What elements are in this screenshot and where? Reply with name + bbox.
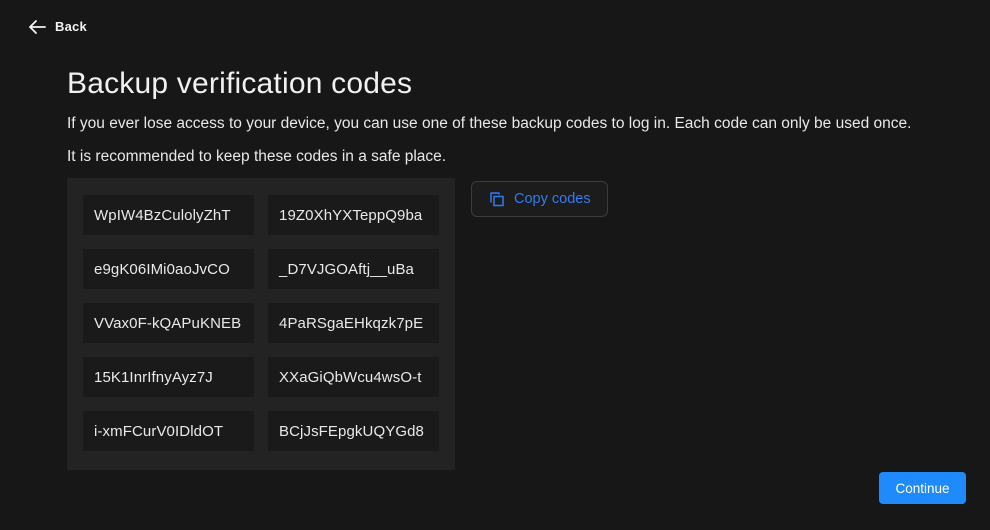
copy-codes-button[interactable]: Copy codes — [471, 181, 608, 217]
backup-code: 15K1InrIfnyAyz7J — [83, 357, 254, 397]
continue-button[interactable]: Continue — [879, 472, 966, 504]
backup-code: 19Z0XhYXTeppQ9ba — [268, 195, 439, 235]
backup-code: WpIW4BzCulolyZhT — [83, 195, 254, 235]
backup-code: _D7VJGOAftj__uBa — [268, 249, 439, 289]
backup-code: i-xmFCurV0IDldOT — [83, 411, 254, 451]
back-button[interactable]: Back — [28, 19, 87, 34]
backup-code: BCjJsFEpgkUQYGd8 — [268, 411, 439, 451]
back-arrow-icon — [28, 20, 46, 34]
page-title: Backup verification codes — [67, 67, 412, 101]
continue-label: Continue — [895, 481, 949, 496]
backup-code: VVax0F-kQAPuKNEB — [83, 303, 254, 343]
copy-codes-label: Copy codes — [514, 191, 591, 207]
backup-codes-screen: Back Backup verification codes If you ev… — [0, 0, 990, 530]
description-line-2: It is recommended to keep these codes in… — [67, 148, 446, 166]
backup-code: 4PaRSgaEHkqzk7pE — [268, 303, 439, 343]
back-label: Back — [55, 19, 87, 34]
description-line-1: If you ever lose access to your device, … — [67, 115, 911, 133]
backup-code: XXaGiQbWcu4wsO-t — [268, 357, 439, 397]
copy-icon — [488, 191, 505, 208]
codes-panel: WpIW4BzCulolyZhT 19Z0XhYXTeppQ9ba e9gK06… — [67, 178, 455, 470]
backup-code: e9gK06IMi0aoJvCO — [83, 249, 254, 289]
